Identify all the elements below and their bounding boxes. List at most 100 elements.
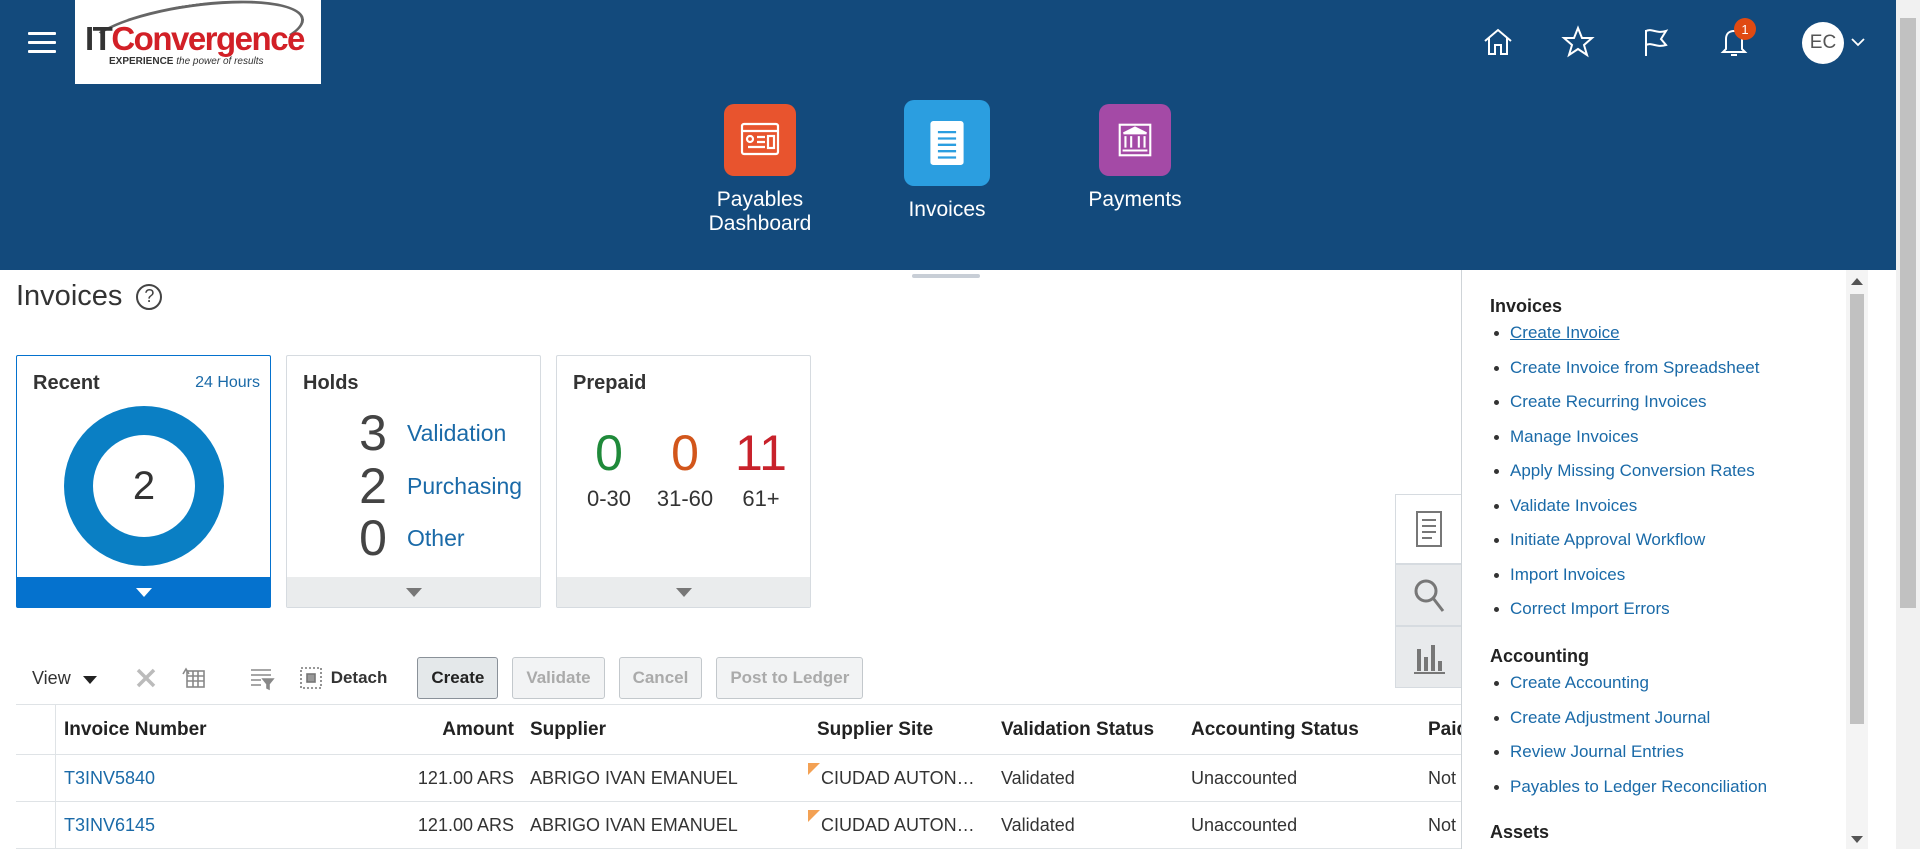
- supplier-cell: ABRIGO IVAN EMANUEL: [530, 814, 738, 835]
- app-payments[interactable]: Payments: [1080, 104, 1190, 212]
- col-supplier[interactable]: Supplier: [530, 705, 606, 754]
- holds-other[interactable]: 0 Other: [355, 509, 464, 567]
- create-button[interactable]: Create: [417, 657, 499, 699]
- task-create-invoice-spreadsheet[interactable]: Create Invoice from Spreadsheet: [1493, 358, 1759, 378]
- panel-drawer-tabs: [1395, 494, 1461, 688]
- prepaid-31-60[interactable]: 0 31-60: [645, 426, 725, 512]
- paid-status-cell: Not p: [1428, 767, 1461, 788]
- tile-holds[interactable]: Holds 3 Validation 2 Purchasing 0 Other: [286, 355, 541, 608]
- panel-section-accounting: Accounting: [1490, 646, 1589, 666]
- home-icon[interactable]: [1478, 22, 1518, 62]
- tasks-icon: [1415, 511, 1442, 547]
- prepaid-0-30[interactable]: 0 0-30: [569, 426, 649, 512]
- tile-prepaid[interactable]: Prepaid 0 0-30 0 31-60 11 61+: [556, 355, 811, 608]
- col-supplier-site[interactable]: Supplier Site: [817, 705, 933, 754]
- app-payables-dashboard[interactable]: Payables Dashboard: [700, 104, 820, 236]
- row-selector[interactable]: [16, 802, 56, 848]
- search-icon: [1414, 579, 1444, 612]
- page-scroll-thumb[interactable]: [1900, 18, 1916, 608]
- task-apply-missing-conversion-rates[interactable]: Apply Missing Conversion Rates: [1494, 461, 1755, 481]
- dashboard-icon: [724, 104, 796, 176]
- page-scrollbar[interactable]: [1896, 0, 1920, 849]
- table-header-row: Invoice Number Amount Supplier Supplier …: [16, 705, 1461, 755]
- tile-expand[interactable]: [287, 577, 540, 607]
- table-row[interactable]: T3INV6145 121.00 ARS ABRIGO IVAN EMANUEL…: [16, 802, 1461, 849]
- app-invoices[interactable]: Invoices: [890, 100, 1004, 222]
- panel-scroll-thumb[interactable]: [1850, 294, 1864, 724]
- supplier-site-cell: CIUDAD AUTON…: [808, 755, 988, 801]
- task-create-accounting[interactable]: Create Accounting: [1494, 673, 1649, 693]
- bank-icon: [1099, 104, 1171, 176]
- chevron-down-icon[interactable]: [1850, 34, 1866, 50]
- delete-icon[interactable]: [131, 663, 161, 693]
- validation-status-cell: Validated: [1001, 767, 1075, 788]
- query-by-example-icon[interactable]: [247, 663, 277, 693]
- row-selector-header[interactable]: [16, 705, 56, 754]
- scroll-down-icon[interactable]: [1851, 836, 1863, 843]
- detach-button[interactable]: Detach: [299, 666, 387, 690]
- task-initiate-approval-workflow[interactable]: Initiate Approval Workflow: [1493, 530, 1705, 550]
- invoice-number-link[interactable]: T3INV6145: [64, 802, 155, 848]
- star-icon[interactable]: [1558, 22, 1598, 62]
- panel-section-assets: Assets: [1490, 822, 1550, 842]
- col-validation-status[interactable]: Validation Status: [1001, 705, 1154, 754]
- row-selector[interactable]: [16, 755, 56, 801]
- reports-tab[interactable]: [1395, 626, 1461, 688]
- post-to-ledger-button[interactable]: Post to Ledger: [716, 657, 864, 699]
- search-tab[interactable]: [1395, 564, 1461, 626]
- flag-icon[interactable]: [1636, 22, 1676, 62]
- scroll-up-icon[interactable]: [1851, 278, 1863, 285]
- task-create-recurring-invoices[interactable]: Create Recurring Invoices: [1494, 392, 1707, 412]
- task-create-invoice[interactable]: Create Invoice: [1494, 323, 1620, 343]
- tile-expand[interactable]: [557, 577, 810, 607]
- caret-down-icon: [405, 587, 422, 597]
- recent-donut-chart: 2: [64, 406, 224, 566]
- col-paid[interactable]: Paid: [1428, 705, 1461, 754]
- tasks-tab[interactable]: [1395, 494, 1461, 564]
- cancel-button[interactable]: Cancel: [618, 657, 703, 699]
- changed-indicator-icon: [808, 810, 820, 822]
- col-invoice-number[interactable]: Invoice Number: [64, 705, 207, 754]
- user-avatar[interactable]: EC: [1802, 22, 1844, 64]
- help-icon[interactable]: ?: [136, 283, 163, 310]
- task-import-invoices[interactable]: Import Invoices: [1493, 565, 1625, 585]
- validate-button[interactable]: Validate: [512, 657, 605, 699]
- page-title: Invoices ?: [16, 280, 163, 313]
- table-toolbar: View Detach Create Validate Cancel Post …: [16, 656, 1446, 700]
- invoices-table: Invoice Number Amount Supplier Supplier …: [16, 704, 1461, 849]
- task-payables-ledger-reconciliation[interactable]: Payables to Ledger Reconciliation: [1493, 777, 1767, 797]
- paid-status-cell: Not p: [1428, 814, 1461, 835]
- panel-section-invoices: Invoices: [1490, 296, 1563, 316]
- reports-icon: [1413, 645, 1445, 674]
- task-correct-import-errors[interactable]: Correct Import Errors: [1494, 599, 1670, 619]
- accounting-status-cell: Unaccounted: [1191, 814, 1298, 835]
- tile-expand[interactable]: [17, 577, 270, 607]
- holds-purchasing[interactable]: 2 Purchasing: [355, 457, 522, 515]
- freeze-columns-icon[interactable]: [179, 663, 209, 693]
- caret-down-icon: [135, 587, 152, 597]
- view-menu[interactable]: View: [32, 668, 97, 689]
- task-manage-invoices[interactable]: Manage Invoices: [1494, 427, 1639, 447]
- task-validate-invoices[interactable]: Validate Invoices: [1493, 496, 1637, 516]
- recent-count: 2: [93, 435, 195, 537]
- tile-recent[interactable]: Recent 24 Hours 2: [16, 355, 271, 608]
- col-accounting-status[interactable]: Accounting Status: [1191, 705, 1359, 754]
- panel-scrollbar[interactable]: [1846, 270, 1868, 849]
- accounting-status-cell: Unaccounted: [1191, 767, 1298, 788]
- hamburger-icon[interactable]: [28, 32, 56, 54]
- table-row[interactable]: T3INV5840 121.00 ARS ABRIGO IVAN EMANUEL…: [16, 755, 1461, 802]
- invoice-number-link[interactable]: T3INV5840: [64, 755, 155, 801]
- holds-validation[interactable]: 3 Validation: [355, 404, 506, 462]
- col-amount[interactable]: Amount: [346, 705, 514, 754]
- global-header: ITConvergence EXPERIENCE the power of re…: [0, 0, 1896, 270]
- amount-cell: 121.00 ARS: [417, 767, 514, 788]
- springboard-drag-handle[interactable]: [912, 274, 980, 278]
- bell-icon[interactable]: 1: [1714, 18, 1756, 62]
- task-review-journal-entries[interactable]: Review Journal Entries: [1494, 742, 1684, 762]
- changed-indicator-icon: [808, 763, 820, 775]
- validation-status-cell: Validated: [1001, 814, 1075, 835]
- task-create-adjustment-journal[interactable]: Create Adjustment Journal: [1493, 708, 1710, 728]
- company-logo[interactable]: ITConvergence EXPERIENCE the power of re…: [75, 0, 321, 84]
- prepaid-61-plus[interactable]: 11 61+: [721, 426, 801, 512]
- tasks-panel: Invoices Create Invoice Create Invoice f…: [1461, 270, 1846, 849]
